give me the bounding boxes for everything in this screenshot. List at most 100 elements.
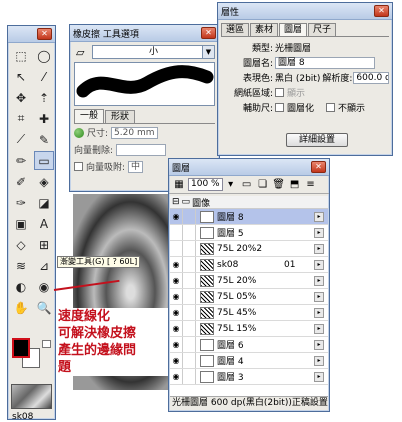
- close-icon[interactable]: ✕: [311, 161, 326, 173]
- lock-toggle[interactable]: [183, 321, 196, 336]
- hand-move-icon[interactable]: ✚: [34, 109, 54, 128]
- eraser-tool-icon[interactable]: ▭: [34, 151, 54, 170]
- toolbox-titlebar[interactable]: ✕: [8, 26, 55, 43]
- lock-toggle[interactable]: [183, 209, 196, 224]
- eye-icon[interactable]: ◉: [170, 273, 183, 288]
- navigator-thumbnail[interactable]: [11, 384, 52, 409]
- layer-attr-icon[interactable]: ▸: [314, 227, 324, 238]
- ruler-hide-checkbox[interactable]: [326, 103, 336, 112]
- close-icon[interactable]: ✕: [201, 27, 216, 39]
- lock-toggle[interactable]: [183, 225, 196, 240]
- eye-icon[interactable]: ◉: [170, 369, 183, 384]
- layer-row[interactable]: ◉ 圖層 4 ▸: [170, 353, 328, 369]
- eye-icon[interactable]: ◉: [170, 337, 183, 352]
- eye-icon[interactable]: ◉: [170, 305, 183, 320]
- ruler-icon[interactable]: ⊿: [34, 256, 54, 275]
- layer-attr-icon[interactable]: ▸: [314, 323, 324, 334]
- group-row[interactable]: ⊟ ▭ 圖像: [170, 196, 328, 209]
- layer-row[interactable]: 75L 20%2 ▸: [170, 241, 328, 257]
- tone-area-checkbox[interactable]: [275, 88, 284, 97]
- palette-icon[interactable]: ◉: [34, 277, 54, 296]
- layer-row[interactable]: ◉ 圖層 3 ▸: [170, 369, 328, 385]
- layer-row[interactable]: 圖層 5 ▸: [170, 225, 328, 241]
- lock-toggle[interactable]: [183, 305, 196, 320]
- new-folder-icon[interactable]: ▭: [240, 178, 254, 191]
- color-icon[interactable]: ◐: [11, 277, 31, 296]
- close-icon[interactable]: ✕: [374, 5, 389, 17]
- pattern-brush-icon[interactable]: ✑: [11, 193, 31, 212]
- lock-toggle[interactable]: [183, 273, 196, 288]
- magic-wand-icon[interactable]: ⁄: [34, 67, 54, 86]
- zoom-tool-icon[interactable]: 🔍: [34, 298, 54, 317]
- layer-menu-icon[interactable]: ≡: [304, 178, 318, 191]
- layer-row[interactable]: ◉ 75L 15% ▸: [170, 321, 328, 337]
- lock-toggle[interactable]: [183, 337, 196, 352]
- eye-icon[interactable]: ◉: [170, 321, 183, 336]
- layer-attr-icon[interactable]: ▸: [314, 371, 324, 382]
- lasso-tool-icon[interactable]: ◯: [34, 46, 54, 65]
- color-swatch[interactable]: [12, 338, 52, 370]
- size-input[interactable]: 5.20 mm: [111, 126, 158, 139]
- delete-layer-icon[interactable]: 🗑: [272, 178, 286, 191]
- lock-toggle[interactable]: [183, 241, 196, 256]
- eye-icon[interactable]: [170, 241, 183, 256]
- vector-snap-select[interactable]: 中: [128, 160, 144, 173]
- layer-attr-icon[interactable]: ▸: [314, 339, 324, 350]
- object-select-icon[interactable]: ⇡: [34, 88, 54, 107]
- preset-select[interactable]: 小 ▼: [92, 45, 215, 59]
- opacity-select[interactable]: 100 %: [188, 178, 223, 191]
- eye-icon[interactable]: ◉: [170, 257, 183, 272]
- layer-attr-icon[interactable]: ▸: [314, 275, 324, 286]
- speed-line-icon[interactable]: ≋: [11, 256, 31, 275]
- layer-attr-icon[interactable]: ▸: [314, 307, 324, 318]
- lock-toggle[interactable]: [183, 257, 196, 272]
- eye-icon[interactable]: ◉: [170, 209, 183, 224]
- layer-row[interactable]: ◉ sk08 01 ▸: [170, 257, 328, 273]
- tab-layer[interactable]: 圖層: [279, 23, 308, 36]
- pen-icon[interactable]: ✎: [34, 130, 54, 149]
- layer-attr-icon[interactable]: ▸: [314, 259, 324, 270]
- chevron-down-icon[interactable]: ▼: [202, 46, 214, 58]
- tab-ruler[interactable]: 尺子: [308, 23, 337, 36]
- brush-icon[interactable]: ✐: [11, 172, 31, 191]
- layer-attr-icon[interactable]: ▸: [314, 243, 324, 254]
- layer-row[interactable]: ◉ 圖層 6 ▸: [170, 337, 328, 353]
- tab-selection[interactable]: 選區: [221, 23, 250, 36]
- fill-icon[interactable]: ◈: [34, 172, 54, 191]
- shape-icon[interactable]: ◇: [11, 235, 31, 254]
- hand-tool-icon[interactable]: ✋: [11, 298, 31, 317]
- tone-eraser-icon[interactable]: ◪: [34, 193, 54, 212]
- text-icon[interactable]: A: [34, 214, 54, 233]
- layer-options-icon[interactable]: ▦: [172, 178, 186, 191]
- layer-attr-icon[interactable]: ▸: [314, 211, 324, 222]
- lock-toggle[interactable]: [183, 289, 196, 304]
- vector-snap-checkbox[interactable]: [74, 162, 83, 171]
- foreground-color[interactable]: [12, 338, 30, 358]
- vector-erase-field[interactable]: [116, 143, 167, 156]
- detail-settings-button[interactable]: 詳細設置: [286, 133, 348, 147]
- layer-attr-icon[interactable]: ▸: [314, 355, 324, 366]
- chevron-down-icon[interactable]: ▾: [224, 178, 238, 191]
- eye-icon[interactable]: [170, 225, 183, 240]
- layer-row[interactable]: ◉ 75L 45% ▸: [170, 305, 328, 321]
- close-icon[interactable]: ✕: [37, 28, 52, 40]
- transform-icon[interactable]: ⌗: [11, 109, 31, 128]
- lock-toggle[interactable]: [183, 353, 196, 368]
- layer-row[interactable]: ◉ 圖層 8 ▸: [170, 209, 328, 225]
- lock-toggle[interactable]: [183, 369, 196, 384]
- layer-row[interactable]: ◉ 75L 20% ▸: [170, 273, 328, 289]
- gradient-icon[interactable]: ▣: [11, 214, 31, 233]
- pencil-icon[interactable]: ✏: [11, 151, 31, 170]
- eraser-titlebar[interactable]: 橡皮擦 工具選項 ✕: [70, 25, 219, 42]
- move-tool-icon[interactable]: ↖: [11, 67, 31, 86]
- new-layer-icon[interactable]: ❏: [256, 178, 270, 191]
- layers-titlebar[interactable]: 圖層 ✕: [169, 159, 329, 176]
- eye-icon[interactable]: ◉: [170, 289, 183, 304]
- props-titlebar[interactable]: 層性 ✕: [218, 3, 392, 20]
- layer-attr-icon[interactable]: ▸: [314, 291, 324, 302]
- merge-icon[interactable]: ⬒: [288, 178, 302, 191]
- eye-icon[interactable]: ◉: [170, 353, 183, 368]
- marquee-tool-icon[interactable]: ⬚: [11, 46, 31, 65]
- frame-icon[interactable]: ⊞: [34, 235, 54, 254]
- layer-name-input[interactable]: 圖層 8: [275, 56, 375, 69]
